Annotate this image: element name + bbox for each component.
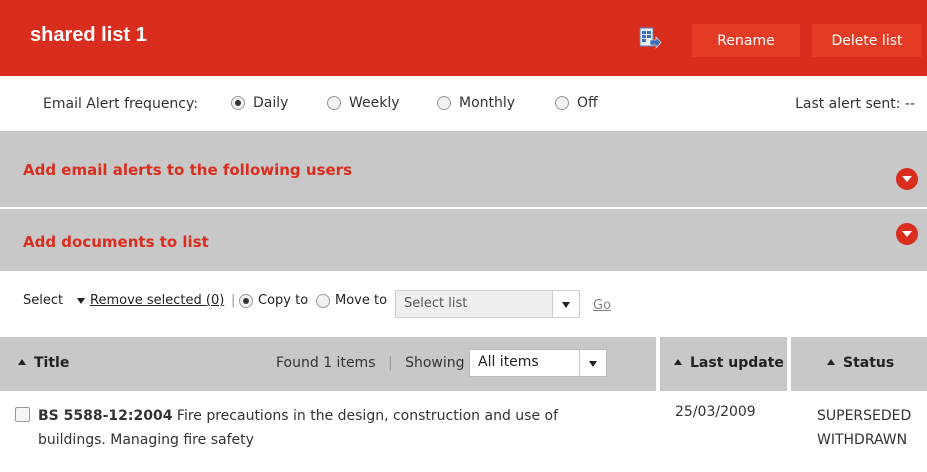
target-list-placeholder: Select list — [404, 296, 468, 311]
copy-to-radio[interactable] — [239, 293, 253, 308]
export-document-icon[interactable] — [638, 27, 662, 51]
showing-filter-value: All items — [478, 354, 539, 370]
radio-daily[interactable]: Daily — [231, 95, 288, 111]
caret-down-icon[interactable] — [77, 297, 85, 304]
sort-up-icon — [674, 359, 682, 365]
radio-daily-circle[interactable] — [231, 96, 245, 110]
list-title: shared list 1 — [30, 24, 147, 46]
copy-to-option[interactable]: Copy to — [239, 293, 308, 308]
radio-monthly-label: Monthly — [459, 95, 516, 111]
showing-label: Showing — [405, 355, 465, 371]
status-superseded: SUPERSEDED — [817, 408, 912, 424]
chevron-down-icon[interactable] — [896, 168, 918, 190]
radio-off-circle[interactable] — [555, 96, 569, 110]
row-checkbox[interactable] — [15, 407, 30, 422]
list-header: shared list 1 Rename Delete list — [0, 0, 927, 76]
caret-down-icon — [589, 361, 597, 367]
select-menu[interactable]: Select — [23, 293, 63, 308]
move-to-option[interactable]: Move to — [316, 293, 387, 308]
delete-list-button[interactable]: Delete list — [812, 24, 922, 57]
sort-up-icon — [18, 359, 26, 365]
email-alert-users-title[interactable]: Add email alerts to the following users — [23, 161, 352, 179]
last-alert-sent: Last alert sent: -- — [795, 96, 915, 112]
caret-down-icon — [562, 302, 570, 308]
status-column-header[interactable]: Status — [791, 337, 927, 391]
status-withdrawn: WITHDRAWN — [817, 432, 908, 448]
action-separator: | — [231, 293, 236, 308]
document-status: SUPERSEDED WITHDRAWN — [817, 404, 911, 452]
status-header-label: Status — [843, 355, 895, 371]
rename-button[interactable]: Rename — [692, 24, 800, 57]
remove-selected[interactable]: Remove selected (0) — [77, 293, 224, 308]
document-code[interactable]: BS 5588-12:2004 — [38, 408, 172, 424]
go-link[interactable]: Go — [593, 298, 611, 313]
status-sort-header[interactable]: Status — [827, 355, 894, 371]
add-documents-title[interactable]: Add documents to list — [23, 233, 209, 251]
title-sort-header[interactable]: Title — [18, 355, 69, 371]
found-separator: | — [387, 355, 393, 371]
last-update-sort-header[interactable]: Last update — [674, 355, 784, 371]
radio-off-label: Off — [577, 95, 598, 111]
select-list-dropdown-button[interactable] — [552, 291, 579, 317]
select-label[interactable]: Select — [23, 293, 63, 308]
target-list-select[interactable]: Select list — [395, 290, 580, 318]
email-alert-row: Email Alert frequency: Daily Weekly Mont… — [0, 76, 927, 131]
results-summary: Found 1 items | Showing — [276, 355, 465, 371]
sort-up-icon — [827, 359, 835, 365]
remove-selected-link[interactable]: Remove selected (0) — [90, 293, 224, 308]
chevron-down-icon[interactable] — [896, 223, 918, 245]
radio-weekly[interactable]: Weekly — [327, 95, 400, 111]
copy-to-label: Copy to — [258, 293, 309, 308]
radio-monthly-circle[interactable] — [437, 96, 451, 110]
email-alert-users-panel[interactable]: Add email alerts to the following users — [0, 131, 927, 207]
document-title: BS 5588-12:2004 Fire precautions in the … — [38, 404, 598, 452]
found-count: Found 1 items — [276, 355, 376, 371]
radio-off[interactable]: Off — [555, 95, 598, 111]
last-update-header-label: Last update — [690, 355, 784, 371]
table-row: BS 5588-12:2004 Fire precautions in the … — [0, 392, 927, 462]
last-update-column-header[interactable]: Last update — [660, 337, 787, 391]
radio-weekly-label: Weekly — [349, 95, 400, 111]
radio-daily-label: Daily — [253, 95, 289, 111]
add-documents-panel[interactable]: Add documents to list — [0, 209, 927, 271]
title-header-label: Title — [34, 355, 70, 371]
alert-frequency-label: Email Alert frequency: — [43, 96, 198, 112]
document-last-update: 25/03/2009 — [675, 404, 756, 420]
radio-monthly[interactable]: Monthly — [437, 95, 515, 111]
radio-weekly-circle[interactable] — [327, 96, 341, 110]
move-to-label: Move to — [335, 293, 388, 308]
showing-filter-select[interactable]: All items — [469, 349, 607, 377]
move-to-radio[interactable] — [316, 293, 330, 308]
showing-dropdown-button[interactable] — [579, 350, 606, 376]
